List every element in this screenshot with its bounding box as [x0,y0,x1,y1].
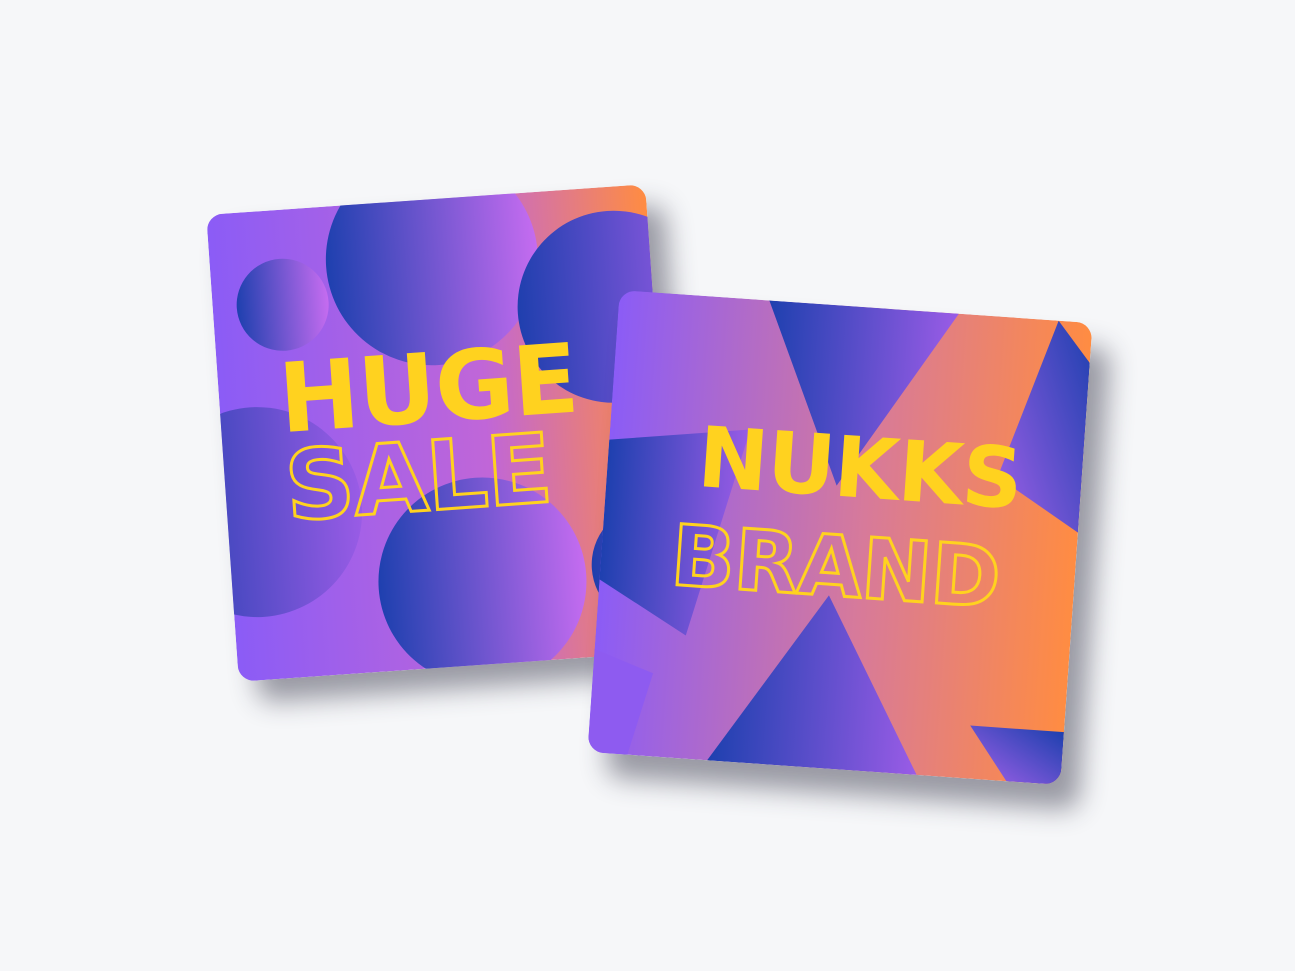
mockup-stage: HUGE SALE NUKKS BRAND [0,0,1295,971]
nukks-brand-artwork: NUKKS BRAND [587,290,1093,785]
nukks-brand-card: NUKKS BRAND [587,290,1093,785]
headline-line2: SALE [281,413,554,543]
